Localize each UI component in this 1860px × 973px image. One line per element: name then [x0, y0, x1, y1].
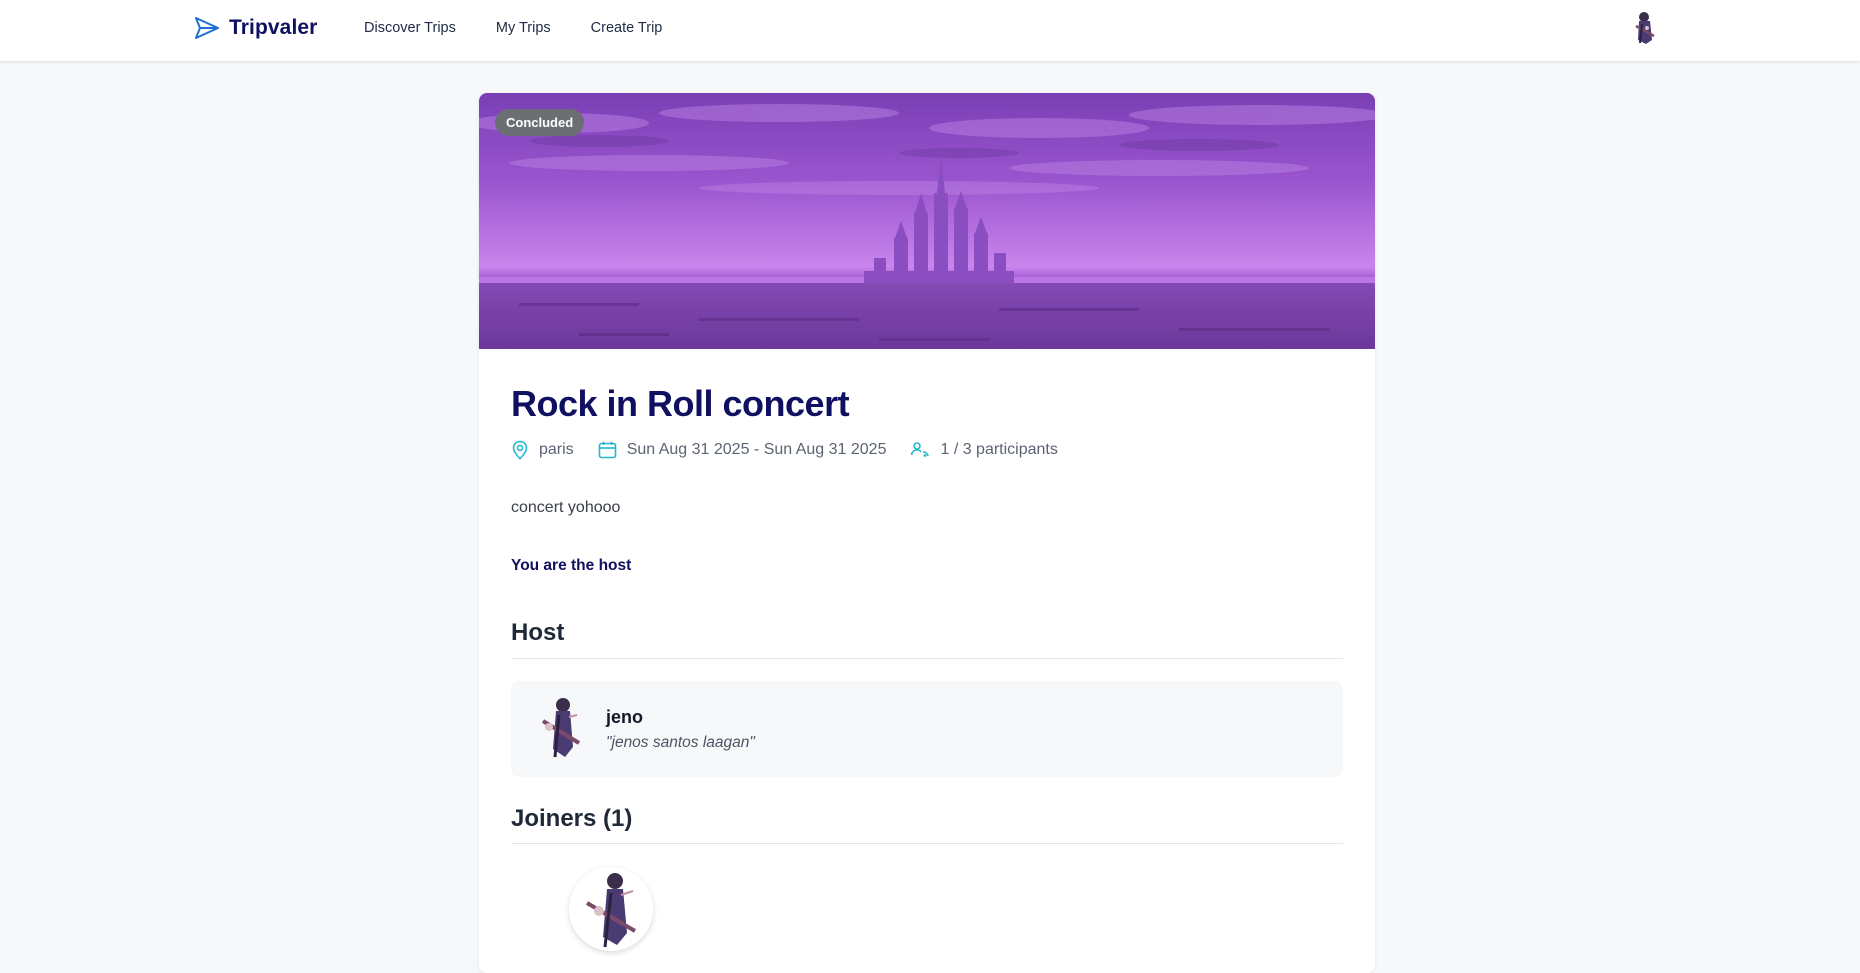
calendar-icon — [598, 441, 616, 459]
trip-description: concert yohooo — [511, 499, 621, 516]
trip-participants: 1 / 3 participants — [910, 441, 1058, 459]
brand-name: Tripvaler — [229, 16, 318, 39]
trip-location-text: paris — [539, 441, 574, 458]
paper-plane-icon — [195, 17, 219, 39]
nav-create-trip[interactable]: Create Trip — [591, 20, 663, 36]
trip-dates-text: Sun Aug 31 2025 - Sun Aug 31 2025 — [626, 441, 887, 458]
host-divider — [511, 658, 1343, 659]
host-bio: "jenos santos laagan" — [606, 734, 755, 751]
host-name: jeno — [606, 707, 644, 727]
host-section-title: Host — [511, 619, 565, 646]
trip-detail-card: Concluded Rock in Roll concert paris Sun… — [479, 93, 1375, 973]
host-card[interactable]: jeno "jenos santos laagan" — [511, 681, 1343, 777]
users-icon — [911, 442, 930, 457]
host-indicator: You are the host — [511, 557, 632, 574]
trip-location: paris — [511, 440, 574, 460]
brand-logo-link[interactable]: Tripvaler — [193, 14, 317, 42]
map-pin-icon — [512, 440, 528, 460]
nav-my-trips[interactable]: My Trips — [496, 20, 551, 36]
trip-meta: paris Sun Aug 31 2025 - Sun Aug 31 2025 — [511, 440, 1082, 460]
user-avatar[interactable] — [1630, 10, 1660, 46]
status-badge: Concluded — [495, 109, 585, 136]
trip-banner-image: Concluded — [479, 93, 1375, 349]
joiner-avatar[interactable] — [569, 867, 653, 951]
joiners-section-title: Joiners (1) — [511, 805, 633, 832]
nav-discover-trips[interactable]: Discover Trips — [364, 20, 456, 36]
host-avatar — [539, 695, 585, 761]
main-nav: Discover Trips My Trips Create Trip — [364, 20, 702, 36]
trip-title: Rock in Roll concert — [511, 383, 850, 424]
trip-dates: Sun Aug 31 2025 - Sun Aug 31 2025 — [598, 441, 887, 459]
trip-participants-text: 1 / 3 participants — [940, 441, 1058, 458]
joiners-divider — [511, 843, 1343, 844]
top-navbar: Tripvaler Discover Trips My Trips Create… — [0, 0, 1860, 61]
